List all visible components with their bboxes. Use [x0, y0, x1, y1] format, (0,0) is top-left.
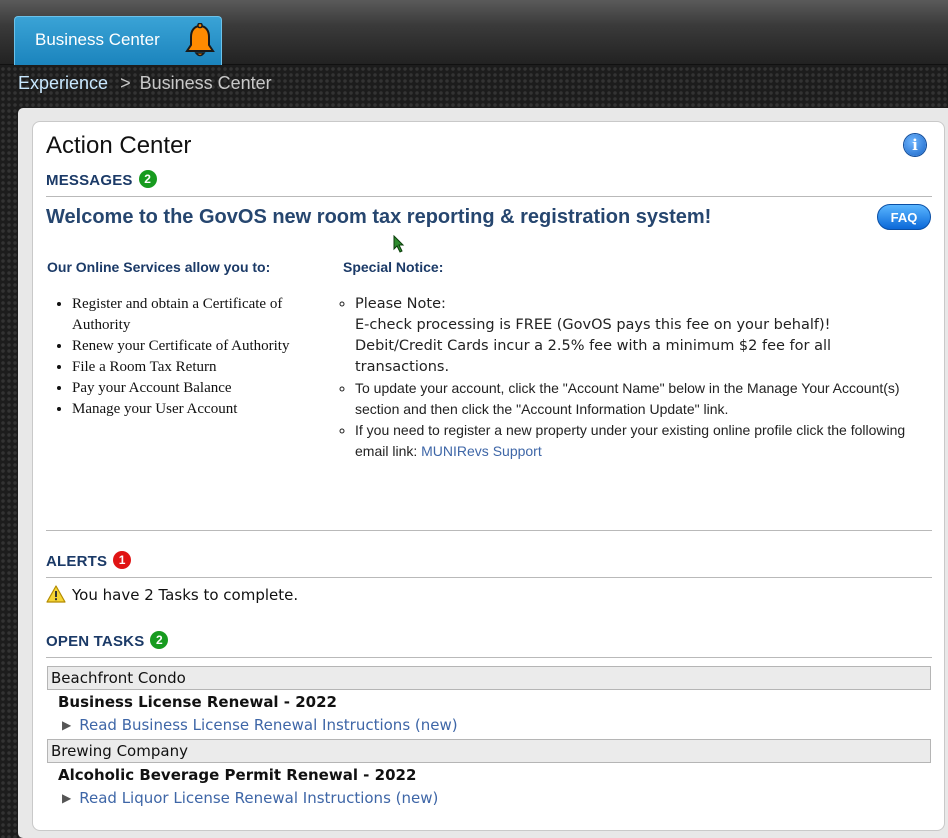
notice-line: Debit/Credit Cards incur a 2.5% fee with… [355, 338, 832, 375]
tab-business-center[interactable]: Business Center [14, 16, 222, 65]
task-title: Alcoholic Beverage Permit Renewal - 2022 [58, 766, 417, 784]
task-instructions-link-text[interactable]: Read Liquor License Renewal Instructions… [79, 789, 438, 807]
divider [46, 196, 932, 197]
mouse-cursor-icon [393, 235, 405, 253]
notice-line: Please Note: [355, 296, 446, 312]
services-heading: Our Online Services allow you to: [47, 259, 271, 275]
alert-message: You have 2 Tasks to complete. [46, 585, 298, 604]
open-tasks-count-badge: 2 [150, 631, 169, 649]
divider [46, 577, 932, 578]
alerts-count-badge: 1 [113, 551, 132, 569]
messages-heading: MESSAGES 2 [46, 170, 157, 189]
welcome-heading: Welcome to the GovOS new room tax report… [46, 206, 712, 228]
open-tasks-heading: OPEN TASKS 2 [46, 631, 169, 650]
breadcrumb-experience-link[interactable]: Experience [18, 73, 108, 93]
open-tasks-heading-label: OPEN TASKS [46, 633, 145, 650]
list-item: To update your account, click the "Accou… [355, 378, 925, 420]
task-instructions-link[interactable]: ▶ Read Business License Renewal Instructi… [62, 716, 458, 734]
action-center-panel: Action Center i MESSAGES 2 Welcome to the… [32, 121, 945, 831]
warning-icon [46, 585, 66, 603]
divider [46, 530, 932, 531]
info-icon[interactable]: i [904, 134, 926, 156]
special-notice-heading: Special Notice: [343, 259, 444, 275]
tab-label: Business Center [35, 30, 160, 49]
expand-triangle-icon[interactable]: ▶ [62, 791, 71, 805]
messages-count-badge: 2 [138, 170, 157, 188]
list-item: Please Note: E-check processing is FREE … [355, 294, 925, 378]
top-navigation-bar: Business Center [0, 0, 948, 65]
list-item: Register and obtain a Certificate of Aut… [72, 294, 332, 336]
divider [46, 657, 932, 658]
task-instructions-link[interactable]: ▶ Read Liquor License Renewal Instruction… [62, 789, 438, 807]
munirevs-support-link[interactable]: MUNIRevs Support [421, 443, 542, 459]
task-title: Business License Renewal - 2022 [58, 693, 337, 711]
breadcrumb-separator: > [120, 73, 131, 93]
list-item: Renew your Certificate of Authority [72, 336, 332, 357]
alerts-heading: ALERTS 1 [46, 551, 132, 570]
breadcrumb: Experience > Business Center [18, 73, 272, 94]
messages-heading-label: MESSAGES [46, 172, 133, 189]
task-group-header: Beachfront Condo [47, 666, 931, 690]
task-group-header: Brewing Company [47, 739, 931, 763]
faq-button[interactable]: FAQ [877, 204, 931, 230]
special-notice-list: Please Note: E-check processing is FREE … [337, 294, 925, 462]
services-list: Register and obtain a Certificate of Aut… [54, 294, 332, 420]
list-item: Manage your User Account [72, 399, 332, 420]
notice-line: E-check processing is FREE (GovOS pays t… [355, 317, 831, 333]
list-item: Pay your Account Balance [72, 378, 332, 399]
alerts-heading-label: ALERTS [46, 553, 108, 570]
breadcrumb-current: Business Center [139, 73, 272, 93]
bell-icon[interactable] [183, 23, 217, 59]
page-title: Action Center [46, 132, 192, 159]
expand-triangle-icon[interactable]: ▶ [62, 718, 71, 732]
list-item: File a Room Tax Return [72, 357, 332, 378]
alert-message-text: You have 2 Tasks to complete. [72, 586, 299, 604]
list-item: If you need to register a new property u… [355, 420, 925, 462]
task-instructions-link-text[interactable]: Read Business License Renewal Instructio… [79, 716, 457, 734]
